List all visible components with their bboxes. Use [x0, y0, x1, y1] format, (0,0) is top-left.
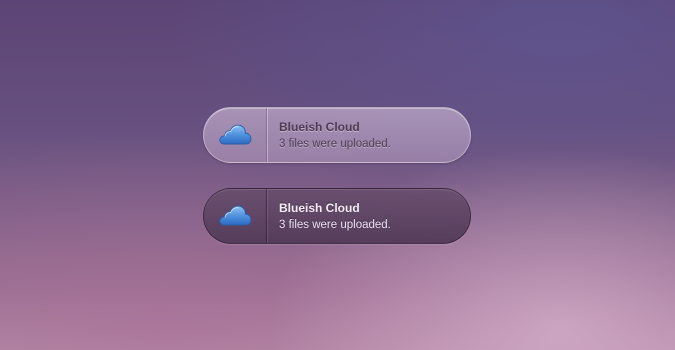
cloud-icon — [219, 124, 252, 145]
notification-message: 3 files were uploaded. — [279, 138, 391, 150]
notification-text: Blueish Cloud 3 files were uploaded. — [267, 108, 470, 162]
notification-text: Blueish Cloud 3 files were uploaded. — [267, 189, 470, 243]
notification-message: 3 files were uploaded. — [279, 219, 391, 231]
notification-title: Blueish Cloud — [279, 201, 360, 215]
notification-light[interactable]: Blueish Cloud 3 files were uploaded. — [203, 107, 471, 163]
notification-icon-area — [204, 108, 266, 162]
notification-title: Blueish Cloud — [279, 120, 360, 134]
notification-icon-area — [204, 189, 266, 243]
notification-dark[interactable]: Blueish Cloud 3 files were uploaded. — [203, 188, 471, 244]
cloud-icon — [219, 205, 252, 226]
